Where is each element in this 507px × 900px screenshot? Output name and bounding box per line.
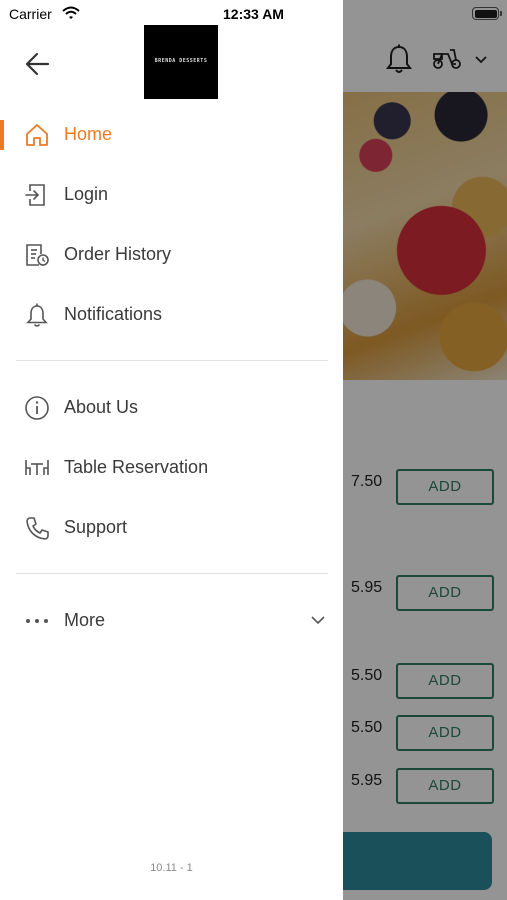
logo-text: BRENDA DESSERTS (154, 58, 208, 64)
active-indicator (0, 120, 4, 150)
status-time: 12:33 AM (223, 6, 284, 22)
menu-item-about-us[interactable]: About Us (0, 383, 343, 433)
menu-item-label: Order History (64, 244, 172, 264)
menu-item-table-reservation[interactable]: Table Reservation (0, 443, 343, 493)
more-dots-icon (24, 608, 50, 634)
menu-item-home[interactable]: Home (0, 110, 343, 160)
menu-item-label: Notifications (64, 304, 163, 324)
battery-icon (472, 7, 499, 20)
brand-logo: BRENDA DESSERTS (144, 25, 218, 99)
menu-item-login[interactable]: Login (0, 170, 343, 220)
navigation-drawer: BRENDA DESSERTS Home Login Order History… (0, 0, 343, 900)
info-icon (24, 395, 50, 421)
menu-item-order-history[interactable]: Order History (0, 230, 343, 280)
phone-icon (24, 515, 50, 541)
menu-item-more[interactable]: More (0, 596, 343, 646)
home-icon (24, 122, 50, 148)
battery-cap (500, 11, 502, 16)
menu-item-label: Login (64, 184, 109, 204)
app-version: 10.11 - 1 (150, 862, 193, 874)
bell-icon (24, 302, 50, 328)
login-icon (24, 182, 50, 208)
menu-item-label: Table Reservation (64, 457, 209, 477)
menu-item-label: Support (64, 517, 128, 537)
status-bar: Carrier 12:33 AM (0, 0, 507, 28)
chevron-down-icon (310, 613, 326, 631)
divider (16, 573, 328, 574)
back-button[interactable] (22, 48, 56, 80)
menu-item-support[interactable]: Support (0, 503, 343, 553)
order-history-icon (24, 242, 50, 268)
menu-item-label: About Us (64, 397, 139, 417)
divider (16, 360, 328, 361)
menu-item-label: Home (64, 124, 113, 144)
menu-item-notifications[interactable]: Notifications (0, 290, 343, 340)
table-icon (24, 455, 50, 481)
menu-item-label: More (64, 610, 106, 630)
